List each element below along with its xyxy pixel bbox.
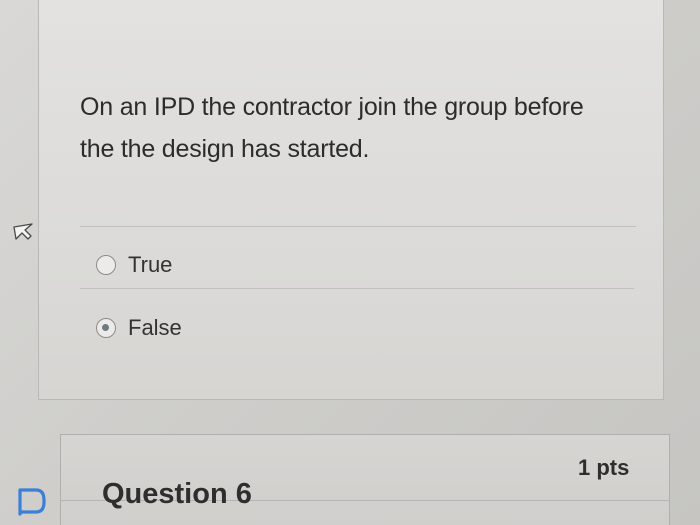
- answer-divider: [80, 226, 636, 227]
- mouse-pointer-icon: [13, 223, 33, 240]
- radio-button-true[interactable]: [96, 255, 116, 275]
- question-title: Question 6: [102, 478, 252, 510]
- answer-option-false[interactable]: False: [96, 315, 182, 341]
- question-text-line-1: On an IPD the contractor join the group …: [80, 93, 584, 121]
- question-points: 1 pts: [578, 455, 630, 480]
- question-text: On an IPD the contractor join the group …: [80, 86, 640, 170]
- answer-label-true: True: [128, 252, 173, 277]
- question-text-line-2: the the design has started.: [80, 135, 370, 163]
- flag-question-icon[interactable]: [16, 486, 48, 516]
- radio-button-false[interactable]: [96, 318, 116, 338]
- answer-divider: [80, 288, 634, 289]
- quiz-page: On an IPD the contractor join the group …: [0, 0, 700, 525]
- answer-label-false: False: [128, 315, 182, 340]
- answer-option-true[interactable]: True: [96, 252, 172, 278]
